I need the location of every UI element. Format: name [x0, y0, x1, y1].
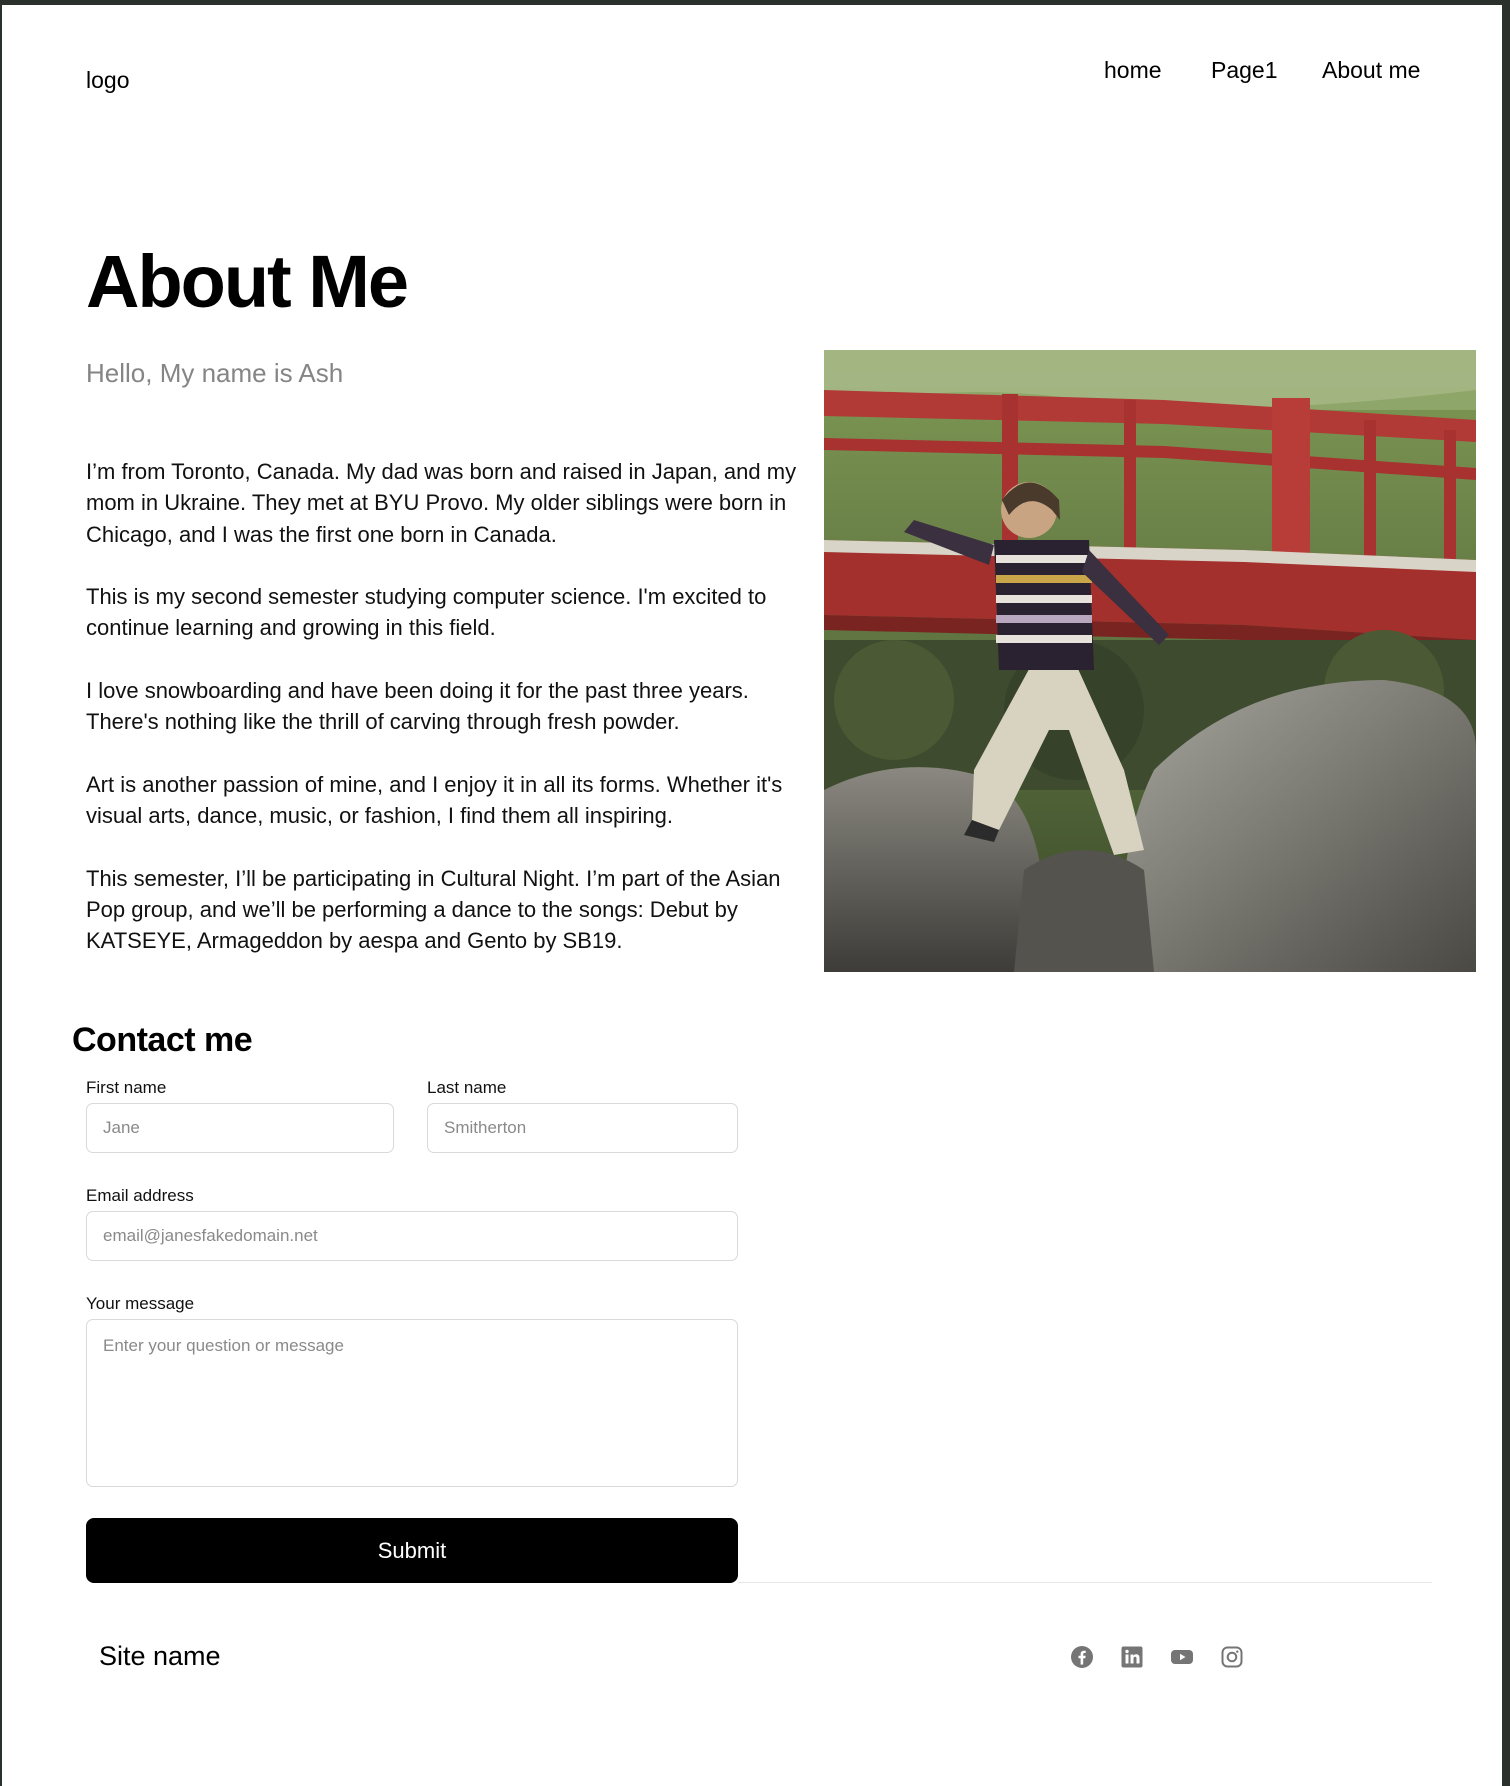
first-name-label: First name	[86, 1078, 167, 1097]
submit-button[interactable]: Submit	[86, 1518, 738, 1583]
linkedin-icon[interactable]	[1120, 1645, 1144, 1669]
site-name: Site name	[99, 1641, 221, 1671]
message-label: Your message	[86, 1294, 195, 1313]
message-textarea[interactable]	[86, 1319, 738, 1487]
contact-title: Contact me	[72, 1021, 253, 1059]
last-name-input[interactable]	[427, 1103, 738, 1153]
page-title: About Me	[86, 240, 409, 323]
footer-divider	[738, 1582, 1432, 1583]
photo-illustration	[824, 350, 1476, 972]
bio-paragraph: I’m from Toronto, Canada. My dad was bor…	[86, 459, 797, 547]
logo[interactable]: logo	[86, 67, 129, 94]
bio-text: I’m from Toronto, Canada. My dad was bor…	[86, 456, 816, 988]
nav-link-about-me[interactable]: About me	[1322, 57, 1420, 84]
last-name-label: Last name	[427, 1078, 507, 1097]
bio-paragraph: This is my second semester studying comp…	[86, 584, 767, 641]
facebook-icon[interactable]	[1070, 1645, 1094, 1669]
instagram-icon[interactable]	[1220, 1645, 1244, 1669]
profile-photo	[824, 350, 1476, 972]
bio-paragraph: I love snowboarding and have been doing …	[86, 678, 749, 735]
email-label: Email address	[86, 1186, 194, 1205]
youtube-icon[interactable]	[1170, 1645, 1194, 1669]
first-name-input[interactable]	[86, 1103, 394, 1153]
bio-paragraph: Art is another passion of mine, and I en…	[86, 771, 783, 829]
page: logo home Page1 About me About Me Hello,…	[2, 5, 1502, 1786]
nav-link-home[interactable]: home	[1104, 57, 1162, 84]
nav-link-page1[interactable]: Page1	[1211, 57, 1278, 84]
email-input[interactable]	[86, 1211, 738, 1261]
page-subtitle: Hello, My name is Ash	[86, 358, 344, 388]
bio-paragraph: This semester, I’ll be participating in …	[86, 865, 781, 954]
